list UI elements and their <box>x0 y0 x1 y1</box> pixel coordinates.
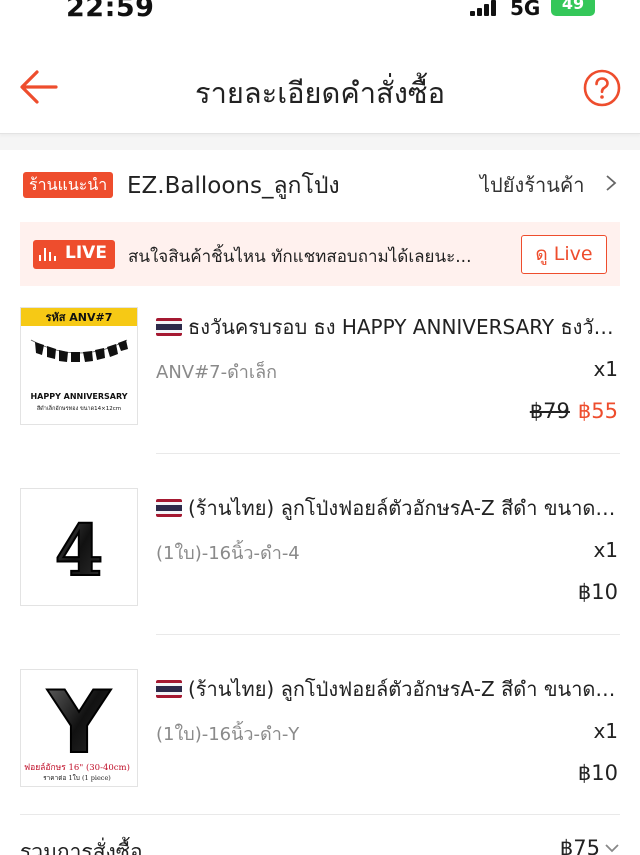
battery-icon: 49 <box>551 0 595 16</box>
divider <box>156 634 620 635</box>
thumb-code: รหัส ANV#7 <box>46 311 113 324</box>
balloon-glyph: 4 <box>55 509 104 592</box>
thumb-caption: ฟอยล์อักษร 16" (30-40cm) <box>24 762 130 773</box>
live-bars-icon <box>39 248 57 261</box>
thai-flag-icon <box>156 499 182 517</box>
page-title: รายละเอียดคำสั่งซื้อ <box>195 76 445 110</box>
signal-icon <box>470 0 498 16</box>
order-item[interactable]: Y ฟอยล์อักษร 16" (30-40cm) ราคาต่อ 1ใบ (… <box>0 669 640 849</box>
item-sale-price: ฿55 <box>577 399 618 423</box>
item-variant: (1ใบ)-16นิ้ว-ดำ-4 <box>156 543 300 564</box>
divider <box>156 453 620 454</box>
order-total-row[interactable]: รวมการสั่งซื้อ ฿75 <box>0 832 640 855</box>
status-bar: 22:59 5G 49 <box>0 0 640 24</box>
product-thumbnail[interactable]: Y ฟอยล์อักษร 16" (30-40cm) ราคาต่อ 1ใบ (… <box>20 669 138 787</box>
item-variant: ANV#7-ดำเล็ก <box>156 362 277 383</box>
item-title[interactable]: (ร้านไทย) ลูกโป่งฟอยล์ตัวอักษรA-Z สีดำ ข… <box>156 673 616 705</box>
item-price-row: ฿10 <box>578 761 618 785</box>
item-variant: (1ใบ)-16นิ้ว-ดำ-Y <box>156 724 300 745</box>
item-quantity: x1 <box>593 538 618 562</box>
item-price: ฿10 <box>577 761 618 785</box>
live-badge: LIVE <box>33 240 115 269</box>
shop-name[interactable]: EZ.Balloons_ลูกโป่ง <box>127 168 340 204</box>
chevron-right-icon <box>606 175 617 191</box>
preferred-shop-badge: ร้านแนะนำ <box>23 172 114 198</box>
live-banner[interactable]: LIVE สนใจสินค้าชิ้นไหน ทักแชทสอบถามได้เล… <box>20 222 620 286</box>
status-time: 22:59 <box>66 0 155 23</box>
order-total-value: ฿75 <box>559 836 600 855</box>
thumb-sub: สีดำเล็กอักษรทอง ขนาด14×12cm <box>36 404 121 412</box>
thumb-sub: ราคาต่อ 1ใบ (1 piece) <box>43 774 111 782</box>
order-item[interactable]: 4 (ร้านไทย) ลูกโป่งฟอยล์ตัวอักษรA-Z สีดำ… <box>0 488 640 668</box>
live-badge-label: LIVE <box>65 243 107 263</box>
product-thumbnail[interactable]: 4 <box>20 488 138 606</box>
balloon-y-image: Y ฟอยล์อักษร 16" (30-40cm) ราคาต่อ 1ใบ (… <box>21 670 137 786</box>
item-title[interactable]: ธงวันครบรอบ ธง HAPPY ANNIVERSARY ธงวันเก… <box>156 311 616 343</box>
divider <box>20 814 620 815</box>
item-quantity: x1 <box>593 357 618 381</box>
item-price-row: ฿10 <box>578 580 618 604</box>
shop-row[interactable]: ร้านแนะนำ EZ.Balloons_ลูกโป่ง ไปยังร้านค… <box>0 166 640 202</box>
item-title-text: (ร้านไทย) ลูกโป่งฟอยล์ตัวอักษรA-Z สีดำ ข… <box>188 496 616 520</box>
thai-flag-icon <box>156 318 182 336</box>
anniversary-banner-image: รหัส ANV#7 HAPPY ANNIVERSARY สีดำเล็กอัก… <box>21 308 137 424</box>
item-title[interactable]: (ร้านไทย) ลูกโป่งฟอยล์ตัวอักษรA-Z สีดำ ข… <box>156 492 616 524</box>
thumb-caption: HAPPY ANNIVERSARY <box>30 392 127 401</box>
order-total-label: รวมการสั่งซื้อ <box>20 840 143 855</box>
order-card: ร้านแนะนำ EZ.Balloons_ลูกโป่ง ไปยังร้านค… <box>0 150 640 855</box>
order-item[interactable]: รหัส ANV#7 HAPPY ANNIVERSARY สีดำเล็กอัก… <box>0 307 640 487</box>
item-price: ฿10 <box>577 580 618 604</box>
watch-live-button[interactable]: ดู Live <box>521 235 607 274</box>
item-title-text: (ร้านไทย) ลูกโป่งฟอยล์ตัวอักษรA-Z สีดำ ข… <box>188 677 616 701</box>
question-circle-icon <box>583 69 621 107</box>
item-price-row: ฿79 ฿55 <box>530 399 618 423</box>
network-type: 5G <box>510 0 541 20</box>
chevron-down-icon <box>605 844 619 853</box>
product-thumbnail[interactable]: รหัส ANV#7 HAPPY ANNIVERSARY สีดำเล็กอัก… <box>20 307 138 425</box>
item-quantity: x1 <box>593 719 618 743</box>
thai-flag-icon <box>156 680 182 698</box>
balloon-4-image: 4 <box>21 489 137 605</box>
battery-level: 49 <box>561 0 585 13</box>
go-to-shop-link[interactable]: ไปยังร้านค้า <box>480 169 585 201</box>
item-title-text: ธงวันครบรอบ ธง HAPPY ANNIVERSARY ธงวันเก… <box>188 315 616 339</box>
help-button[interactable] <box>583 69 621 107</box>
balloon-glyph: Y <box>47 673 112 773</box>
live-message: สนใจสินค้าชิ้นไหน ทักแชทสอบถามได้เลยนะ..… <box>128 247 472 267</box>
app-header: รายละเอียดคำสั่งซื้อ <box>0 24 640 134</box>
item-original-price: ฿79 <box>529 399 570 423</box>
